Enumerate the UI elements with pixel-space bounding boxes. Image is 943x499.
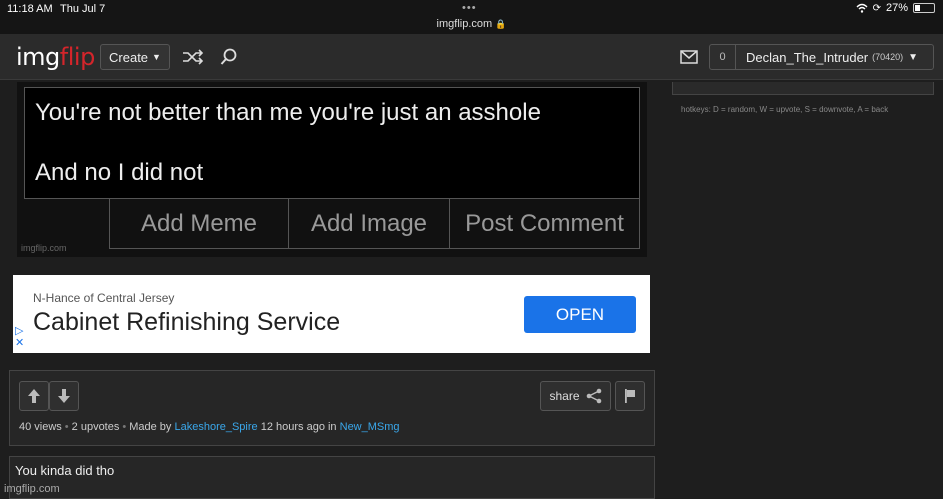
page: 11:18 AM Thu Jul 7 ••• imgflip.com 🔒 ⟳ 2… bbox=[0, 0, 943, 499]
chevron-down-icon: ▼ bbox=[908, 51, 919, 63]
ad-banner[interactable]: N-Hance of Central Jersey Cabinet Refini… bbox=[13, 275, 650, 353]
status-bar: 11:18 AM Thu Jul 7 ••• imgflip.com 🔒 ⟳ 2… bbox=[0, 0, 943, 34]
wifi-icon bbox=[856, 3, 868, 13]
site-header: imgflip Create ▼ 0 Declan_The_Intruder (… bbox=[0, 34, 943, 80]
ad-choices[interactable]: ▷ ✕ bbox=[15, 325, 24, 349]
time-label: 12 hours ago in bbox=[260, 421, 337, 433]
create-label: Create bbox=[109, 49, 149, 65]
close-icon[interactable]: ✕ bbox=[15, 337, 24, 349]
hotkeys-text: hotkeys: D = random, W = upvote, S = dow… bbox=[681, 105, 889, 114]
arrow-up-icon bbox=[28, 389, 40, 403]
flag-icon bbox=[625, 389, 635, 403]
flag-button[interactable] bbox=[615, 381, 645, 411]
bottom-watermark: imgflip.com bbox=[4, 483, 60, 495]
share-button[interactable]: share bbox=[540, 381, 611, 411]
add-image-button[interactable]: Add Image bbox=[289, 199, 450, 248]
ad-title[interactable]: Cabinet Refinishing Service bbox=[33, 308, 340, 337]
mail-icon[interactable] bbox=[678, 46, 700, 68]
author-link[interactable]: Lakeshore_Spire bbox=[174, 421, 257, 433]
share-icon bbox=[586, 388, 601, 404]
ad-advertiser: N-Hance of Central Jersey bbox=[33, 291, 175, 305]
rotation-lock-icon: ⟳ bbox=[872, 2, 881, 14]
address-bar[interactable]: imgflip.com 🔒 bbox=[0, 18, 943, 30]
post-comment-button[interactable]: Post Comment bbox=[450, 199, 639, 248]
meme-stats: 40 views • 2 upvotes • Made by Lakeshore_Spi… bbox=[19, 421, 400, 433]
watermark: imgflip.com bbox=[21, 243, 67, 253]
comment-toolbar: Add Meme Add Image Post Comment bbox=[109, 199, 640, 249]
comment-textarea[interactable]: You're not better than me you're just an… bbox=[24, 87, 640, 199]
username: Declan_The_Intruder bbox=[746, 49, 869, 65]
notification-count[interactable]: 0 bbox=[710, 45, 736, 69]
more-dots-icon[interactable]: ••• bbox=[462, 2, 477, 14]
chevron-down-icon: ▼ bbox=[152, 52, 161, 62]
status-time: 11:18 AM bbox=[7, 3, 53, 15]
url-text: imgflip.com bbox=[436, 18, 493, 30]
search-icon[interactable] bbox=[218, 46, 240, 68]
ad-open-button[interactable]: OPEN bbox=[524, 296, 636, 333]
battery-icon bbox=[913, 3, 935, 13]
comment-item: You kinda did tho bbox=[9, 456, 655, 499]
sidebar-box bbox=[672, 82, 934, 95]
battery-percent: 27% bbox=[885, 2, 908, 14]
arrow-down-icon bbox=[58, 389, 70, 403]
user-menu[interactable]: 0 Declan_The_Intruder (70420) ▼ bbox=[709, 44, 934, 70]
stream-link[interactable]: New_MSmg bbox=[340, 421, 400, 433]
add-meme-button[interactable]: Add Meme bbox=[110, 199, 289, 248]
comment-editor: You're not better than me you're just an… bbox=[17, 82, 647, 257]
share-label: share bbox=[549, 389, 580, 403]
user-points: (70420) bbox=[872, 52, 904, 62]
status-date: Thu Jul 7 bbox=[60, 3, 106, 15]
made-by-label: Made by bbox=[129, 421, 172, 433]
create-button[interactable]: Create ▼ bbox=[100, 44, 170, 70]
downvote-button[interactable] bbox=[49, 381, 79, 411]
views-count: 40 views bbox=[19, 421, 62, 433]
imgflip-logo[interactable]: imgflip bbox=[16, 43, 95, 71]
status-indicators: ⟳ 27% bbox=[856, 2, 935, 14]
meme-info-panel: share 40 views • 2 upvotes • Made by Lakesho… bbox=[9, 370, 655, 446]
upvotes-count: 2 upvotes bbox=[71, 421, 120, 433]
upvote-button[interactable] bbox=[19, 381, 49, 411]
shuffle-icon[interactable] bbox=[182, 46, 204, 68]
comment-text: You kinda did tho bbox=[15, 463, 115, 478]
lock-icon: 🔒 bbox=[495, 19, 507, 29]
adchoices-icon[interactable]: ▷ bbox=[15, 325, 24, 337]
